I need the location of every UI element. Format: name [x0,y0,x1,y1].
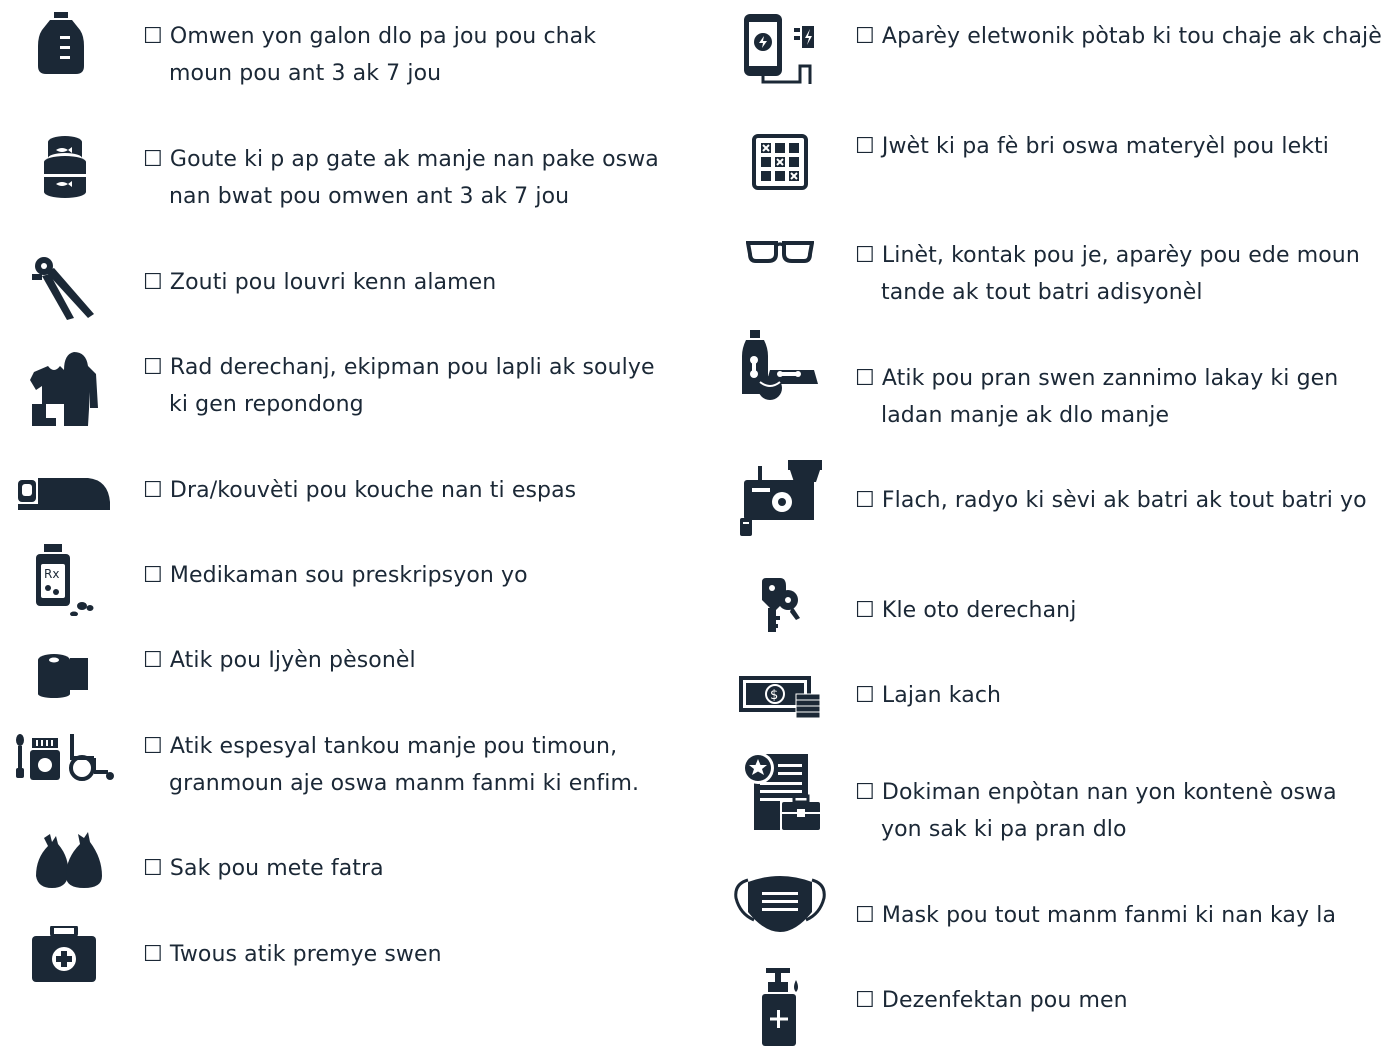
item-text: ☐ Rad derechanj, ekipman pou lapli ak so… [143,355,655,380]
item-text: ☐ Aparèy eletwonik pòtab ki tou chaje ak… [855,24,1382,49]
board-game-icon [752,134,808,190]
phone-charger-icon [742,12,820,86]
item-text: ☐ Linèt, kontak pou je, aparèy pou ede m… [855,243,1360,268]
item-text: ☐ Goute ki p ap gate ak manje nan pake o… [143,147,659,172]
item-text: ☐ Dokiman enpòtan nan yon kontenè oswa [855,780,1337,805]
baby-food-wheelchair-icon [14,732,118,782]
item-text: yon sak ki pa pran dlo [881,817,1127,842]
item-text: granmoun aje oswa manm fanmi ki enfim. [169,771,640,796]
item-text: ☐ Jwèt ki pa fè bri oswa materyèl pou le… [855,134,1329,159]
item-text: tande ak tout batri adisyonèl [881,280,1203,305]
item-text: ☐ Flach, radyo ki sèvi ak batri ak tout … [855,488,1367,513]
item-text: ☐ Dra/kouvèti pou kouche nan ti espas [143,478,577,503]
first-aid-kit-icon [32,926,96,982]
item-text: ☐ Sak pou mete fatra [143,856,384,881]
toilet-paper-icon [38,654,88,698]
documents-briefcase-icon [742,750,820,830]
item-text: ☐ Twous atik premye swen [143,942,442,967]
glasses-icon [746,240,814,264]
prescription-bottle-icon: Rx [34,544,94,616]
item-text: ☐ Kle oto derechanj [855,598,1077,623]
item-text: ki gen repondong [169,392,364,417]
face-mask-icon [732,874,828,932]
item-text: ☐ Atik espesyal tankou manje pou timoun, [143,734,618,759]
item-text: ☐ Atik pou Ijyèn pèsonèl [143,648,416,673]
item-text: ☐ Medikaman sou preskripsyon yo [143,563,528,588]
svg-text:$: $ [770,688,778,703]
cash-icon: $ [738,674,822,718]
trash-bags-icon [36,832,102,888]
item-text: ☐ Mask pou tout manm fanmi ki nan kay la [855,903,1337,928]
item-text: ladan manje ak dlo manje [881,403,1170,428]
sleeping-bag-icon [18,476,110,512]
rain-gear-icon [30,352,98,426]
item-text: ☐ Lajan kach [855,683,1002,708]
item-text: nan bwat pou omwen ant 3 ak 7 jou [169,184,570,209]
car-keys-icon [758,578,802,632]
item-text: ☐ Omwen yon galon dlo pa jou pou chak [143,24,597,49]
item-text: ☐ Zouti pou louvri kenn alamen [143,270,497,295]
flashlight-radio-icon [740,460,824,538]
hand-sanitizer-icon [760,966,802,1046]
item-text: ☐ Dezenfektan pou men [855,988,1128,1013]
item-text: ☐ Atik pou pran swen zannimo lakay ki ge… [855,366,1339,391]
canned-food-icon [42,136,88,198]
water-jug-icon [36,12,86,74]
svg-text:Rx: Rx [44,567,59,581]
item-text: moun pou ant 3 ak 7 jou [169,61,442,86]
can-opener-icon [30,254,96,320]
pet-supplies-icon [742,330,818,400]
